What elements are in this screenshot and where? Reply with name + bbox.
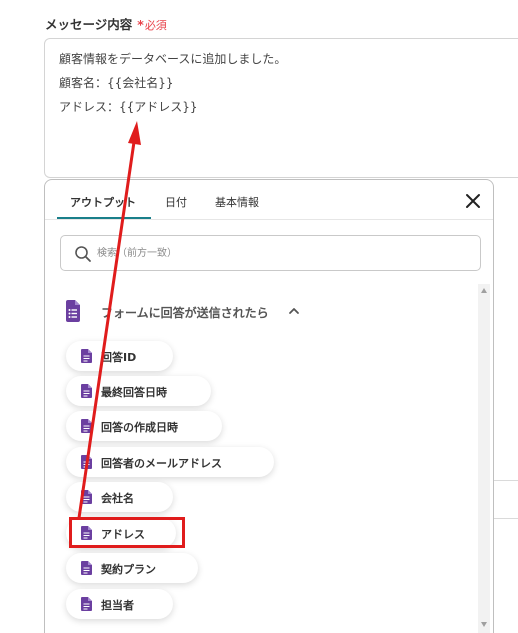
close-icon[interactable] (465, 193, 481, 209)
section-header-form-submitted[interactable]: フォームに回答が送信されたら (65, 300, 325, 324)
tab-date[interactable]: 日付 (165, 194, 187, 210)
scroll-up-arrow-icon[interactable] (481, 288, 487, 293)
divider (494, 480, 518, 481)
output-item-label: 最終回答日時 (101, 386, 167, 399)
field-label: メッセージ内容 *必須 (45, 14, 167, 33)
output-item-label: 回答の作成日時 (101, 421, 178, 434)
form-field-icon (81, 349, 92, 363)
output-item-chip[interactable]: 担当者 (66, 589, 173, 619)
output-item-chip[interactable]: 契約プラン (66, 553, 198, 583)
output-item-label: 契約プラン (101, 563, 156, 576)
form-field-icon (81, 384, 92, 398)
section-title: フォームに回答が送信されたら (101, 306, 269, 320)
output-picker-panel: アウトプット 日付 基本情報 フォームに回答が送信されたら (44, 179, 494, 633)
required-badge: 必須 (144, 19, 167, 32)
scrollbar[interactable] (478, 284, 490, 633)
chevron-up-icon[interactable] (288, 306, 300, 316)
scroll-down-arrow-icon[interactable] (481, 622, 487, 627)
form-field-icon (81, 526, 92, 540)
required-asterisk: * (137, 17, 144, 32)
form-field-icon (81, 597, 92, 611)
divider (494, 518, 518, 519)
output-item-chip[interactable]: 会社名 (66, 482, 173, 512)
tab-basic-info[interactable]: 基本情報 (215, 194, 259, 210)
message-line-1: 顧客情報をデータベースに追加しました。 (59, 52, 287, 66)
form-field-icon (81, 455, 92, 469)
output-item-chip[interactable]: 最終回答日時 (66, 376, 211, 406)
search-box (60, 235, 481, 271)
output-item-chip[interactable]: 回答の作成日時 (66, 411, 222, 441)
output-item-chip[interactable]: 回答者のメールアドレス (66, 447, 274, 477)
output-item-label: 会社名 (101, 492, 134, 505)
form-field-icon (81, 561, 92, 575)
message-textarea[interactable]: 顧客情報をデータベースに追加しました。 顧客名：{{会社名}} アドレス：{{ア… (44, 38, 518, 178)
output-item-chip[interactable]: 回答ID (66, 341, 173, 371)
active-tab-indicator (57, 217, 151, 219)
search-input[interactable] (97, 242, 467, 264)
form-field-icon (81, 419, 92, 433)
output-item-label: アドレス (101, 528, 145, 541)
message-line-3: アドレス：{{アドレス}} (59, 100, 198, 114)
form-field-icon (81, 490, 92, 504)
search-icon (75, 246, 91, 262)
field-label-text: メッセージ内容 (45, 17, 133, 32)
output-item-label: 担当者 (101, 599, 134, 612)
output-item-chip[interactable]: アドレス (66, 518, 176, 548)
output-item-label: 回答者のメールアドレス (101, 457, 222, 470)
output-item-label: 回答ID (101, 351, 137, 364)
google-forms-icon (66, 300, 80, 322)
message-line-2: 顧客名：{{会社名}} (59, 76, 174, 90)
panel-tabs: アウトプット 日付 基本情報 (45, 180, 493, 220)
tab-output[interactable]: アウトプット (70, 194, 136, 210)
